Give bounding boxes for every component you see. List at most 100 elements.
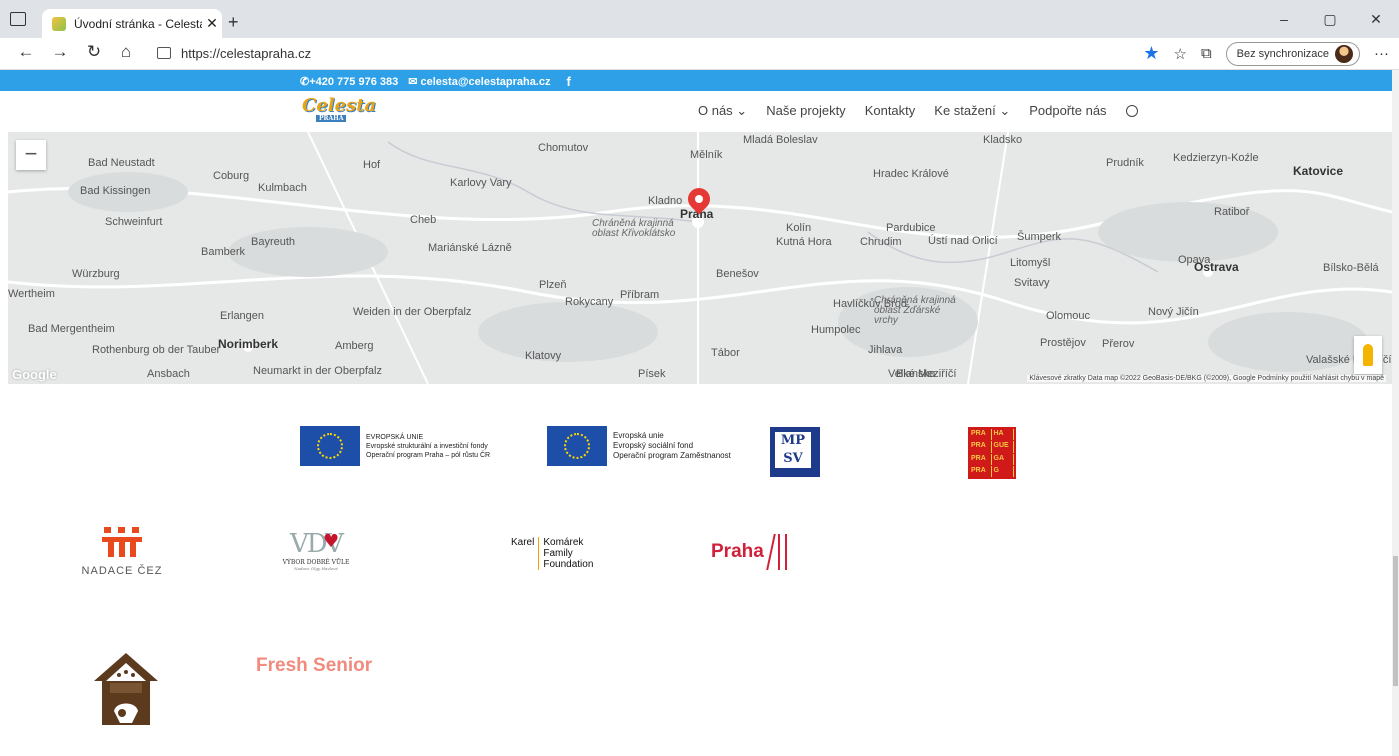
maximize-button[interactable]: ▢ (1307, 11, 1353, 28)
map-label: Kedzierzyn-Koźle (1173, 152, 1259, 164)
map-label: Prudník (1106, 157, 1144, 169)
site-favicon-icon (52, 16, 66, 31)
menu-item-ke-stazeni[interactable]: Ke stažení ⌄ (934, 103, 1010, 119)
home-button[interactable]: ⌂ (112, 42, 140, 62)
praha-grid-cell: G (993, 465, 1014, 477)
heart-icon: ♥ (323, 531, 339, 552)
more-menu-button[interactable]: ··· (1374, 45, 1389, 62)
map-label: Norimberk (218, 337, 279, 351)
praha-grid-cell: PRA (970, 441, 992, 453)
mpsv-text: MP SV (775, 432, 811, 468)
map-label: Bayreuth (251, 236, 296, 248)
praha-bars-icon (765, 534, 788, 570)
map-label: Klatovy (525, 350, 562, 362)
window-controls: – ▢ ✕ (1261, 0, 1399, 38)
favorite-star-icon[interactable]: ★ (1143, 43, 1159, 64)
map-label: Bílsko-Bělá (1323, 262, 1379, 274)
logo-subtext: PRAHA (316, 115, 347, 122)
search-icon[interactable] (1125, 105, 1138, 117)
menu-item-kontakty[interactable]: Kontakty (865, 103, 916, 119)
minimize-button[interactable]: – (1261, 11, 1307, 27)
map-label: Kladno (648, 195, 683, 207)
partner-fresh-senior[interactable]: Fresh Senior (256, 655, 372, 677)
forward-button[interactable]: → (46, 42, 74, 62)
komarek-line-2: Family (543, 548, 573, 559)
partner-praha-grid-logo[interactable]: PRA HA PRA GUE PRA GA PRA G (968, 427, 1016, 479)
map-label: Nový Jičín (1148, 306, 1199, 318)
praha-grid-cell: PRA (970, 453, 992, 465)
map-label: Velké Meziříčí (888, 368, 957, 380)
map-label: Příbram (620, 289, 660, 301)
eu1-line-1: EVROPSKÁ UNIE (366, 433, 424, 441)
map-label: Karlovy Vary (450, 177, 512, 189)
email-link[interactable]: ✉ celesta@celestapraha.cz (408, 75, 550, 88)
map-label: Mělník (690, 149, 723, 161)
facebook-icon[interactable]: f (567, 74, 571, 89)
partner-praha-logo[interactable]: Praha (711, 534, 788, 570)
tab-close-icon[interactable]: ✕ (202, 15, 222, 32)
menu-item-podporte-nas[interactable]: Podpořte nás (1029, 103, 1106, 119)
map-attribution[interactable]: Klávesové zkratky Data map ©2022 GeoBasi… (1027, 375, 1386, 382)
back-button[interactable]: ← (12, 42, 40, 62)
partner-vybor-dobre-vule[interactable]: VDV ♥ VÝBOR DOBRÉ VŮLE Nadace Olgy Havlov… (273, 529, 359, 585)
browser-tab[interactable]: Úvodní stránka - Celesta Praha, z ✕ (42, 9, 222, 38)
map-label: Bamberk (201, 246, 246, 258)
map-label: Katovice (1293, 164, 1344, 178)
partner-nadace-cez[interactable]: NADACE ČEZ (80, 527, 164, 587)
map-label: Rokycany (565, 296, 614, 308)
main-menu: O nás ⌄ Naše projekty Kontakty Ke stažen… (698, 103, 1138, 119)
menu-item-nase-projekty[interactable]: Naše projekty (766, 103, 845, 119)
zoom-out-button[interactable]: − (16, 140, 46, 170)
partner-house-logo[interactable] (92, 651, 160, 727)
map-label: Kladsko (983, 134, 1023, 146)
eu-flag-icon (547, 426, 607, 466)
partner-komarek-foundation[interactable]: Karel Komárek Family Foundation (511, 537, 593, 570)
vdv-subcaption: Nadace Olgy Havlové (294, 566, 338, 571)
page-scrollbar[interactable] (1392, 70, 1399, 756)
contact-bar: ✆+420 775 976 383 ✉ celesta@celestapraha… (0, 70, 1392, 91)
eu1-text: EVROPSKÁ UNIE Evropské strukturální a in… (366, 433, 490, 460)
map-label: Chrudim (860, 236, 902, 248)
praha-grid-cell: PRA (970, 429, 992, 441)
phone-link[interactable]: ✆+420 775 976 383 (300, 75, 398, 88)
browser-tab-bar: Úvodní stránka - Celesta Praha, z ✕ + – … (0, 0, 1399, 38)
profile-sync-button[interactable]: Bez synchronizace (1225, 41, 1360, 66)
map-label: Chomutov (538, 142, 589, 154)
praha-grid-cell: PRA (970, 465, 992, 477)
address-bar[interactable]: https://celestapraha.cz (147, 42, 1147, 64)
map-label: Humpolec (811, 324, 861, 336)
partner-mpsv-logo[interactable]: MP SV (770, 427, 820, 477)
tab-title: Úvodní stránka - Celesta Praha, z (74, 16, 202, 31)
map-label: Ústí nad Orlicí (928, 235, 998, 247)
eu2-line-3: Operační program Zaměstnanost (613, 451, 731, 460)
map-label: Mladá Boleslav (743, 134, 818, 146)
map-label: Opava (1178, 254, 1211, 266)
map-label: Erlangen (220, 310, 265, 322)
map-label: Kolín (786, 222, 812, 234)
map-label: Přerov (1102, 338, 1135, 350)
collections-icon[interactable]: ⧉ (1201, 45, 1212, 62)
scrollbar-thumb[interactable] (1393, 556, 1398, 686)
new-tab-button[interactable]: + (228, 12, 239, 33)
street-view-pegman-icon[interactable] (1354, 336, 1382, 374)
eu1-line-2: Evropské strukturální a investiční fondy (366, 442, 488, 450)
menu-item-o-nas[interactable]: O nás ⌄ (698, 103, 747, 119)
map-label: Amberg (335, 340, 374, 352)
refresh-button[interactable]: ↻ (80, 42, 108, 62)
favorites-icon[interactable]: ☆ (1174, 45, 1187, 63)
map-label: Weiden in der Oberpfalz (353, 306, 472, 318)
google-map[interactable]: − Bad Neustadt Coburg Hof Chomutov Mělník Mla… (8, 132, 1392, 384)
map-label: Písek (638, 368, 666, 380)
partner-eu-esif[interactable]: EVROPSKÁ UNIE Evropské strukturální a in… (300, 426, 490, 466)
vdv-letters: VDV ♥ (273, 529, 359, 559)
cez-label: NADACE ČEZ (81, 565, 163, 577)
site-logo[interactable]: Celesta PRAHA (302, 95, 376, 125)
cez-mark-icon (102, 527, 142, 557)
close-window-button[interactable]: ✕ (1353, 11, 1399, 28)
tab-actions-icon[interactable] (10, 12, 26, 26)
avatar (1335, 44, 1353, 63)
eu1-line-3: Operační program Praha – pól růstu ČR (366, 451, 491, 459)
partner-eu-esf[interactable]: Evropská unie Evropský sociální fond Ope… (547, 426, 731, 466)
email-text: celesta@celestapraha.cz (420, 76, 551, 88)
map-label: Olomouc (1046, 310, 1091, 322)
